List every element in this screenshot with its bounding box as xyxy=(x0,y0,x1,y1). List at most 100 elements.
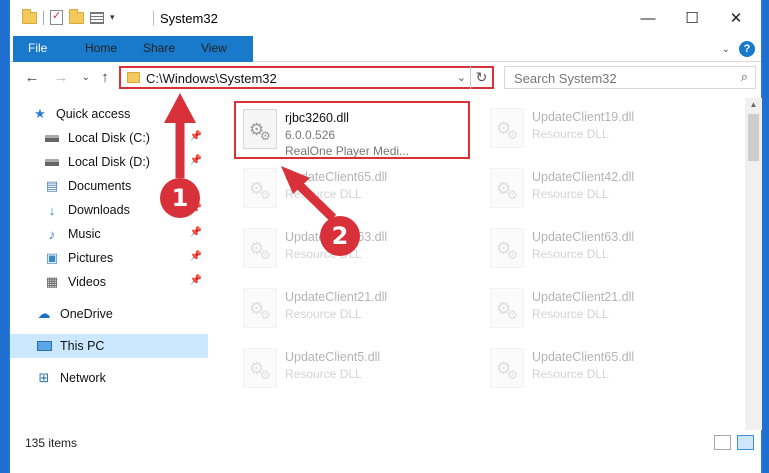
expand-ribbon-chevron-icon[interactable]: ⌄ xyxy=(722,44,730,55)
music-icon: ♪ xyxy=(48,226,56,242)
file-name: UpdateClient42.dll xyxy=(532,170,635,184)
dll-file-icon: ⚙ ⚙ xyxy=(490,168,524,208)
file-name: UpdateClient63.dll xyxy=(532,230,635,244)
sidebar-item-quick-access[interactable]: ★ Quick access xyxy=(10,102,208,126)
gear-icon: ⚙ xyxy=(260,308,271,322)
large-icons-view-icon[interactable] xyxy=(737,435,754,450)
sidebar-item-label: This PC xyxy=(60,339,105,353)
customize-toolbar-chevron-icon[interactable]: ▾ xyxy=(110,12,115,23)
quick-access-toolbar: ▾ xyxy=(22,8,115,25)
file-item[interactable]: ⚙ ⚙ UpdateClient21.dll Resource DLL xyxy=(484,282,724,338)
sidebar-item-videos[interactable]: ▦ Videos 📌 xyxy=(10,270,208,294)
address-dropdown-chevron-icon[interactable]: ⌄ xyxy=(457,71,466,84)
file-name: UpdateClient21.dll xyxy=(532,290,635,304)
tab-home[interactable]: Home xyxy=(72,36,130,61)
network-icon: ⊞ xyxy=(38,370,50,385)
tab-view[interactable]: View xyxy=(188,36,240,61)
maximize-button[interactable]: ☐ xyxy=(669,0,715,36)
sidebar-item-label: Videos xyxy=(68,275,106,289)
pin-icon: 📌 xyxy=(189,131,202,142)
up-arrow-icon[interactable]: ↑ xyxy=(95,68,115,88)
sidebar-item-label: Quick access xyxy=(56,107,131,121)
file-name: UpdateClient19.dll xyxy=(532,110,635,124)
toolbar-divider xyxy=(43,10,44,25)
file-name: UpdateClient21.dll xyxy=(285,290,388,304)
folder-icon xyxy=(127,72,140,83)
status-bar: 135 items xyxy=(10,432,761,454)
close-button[interactable]: ✕ xyxy=(713,0,759,36)
sidebar-item-pictures[interactable]: ▣ Pictures 📌 xyxy=(10,246,208,270)
details-view-icon[interactable] xyxy=(714,435,731,450)
selection-highlight-box xyxy=(234,101,470,159)
star-icon: ★ xyxy=(34,106,46,121)
gear-icon: ⚙ xyxy=(260,248,271,262)
search-placeholder: Search System32 xyxy=(514,71,617,86)
tab-share[interactable]: Share xyxy=(130,36,188,61)
file-item[interactable]: ⚙ ⚙ UpdateClient21.dll Resource DLL xyxy=(237,282,477,338)
new-folder-icon[interactable] xyxy=(69,8,84,24)
sidebar-item-music[interactable]: ♪ Music 📌 xyxy=(10,222,208,246)
file-item[interactable]: ⚙ ⚙ UpdateClient5.dll Resource DLL xyxy=(237,342,477,398)
pictures-icon: ▣ xyxy=(45,250,59,265)
sidebar-item-label: Documents xyxy=(68,179,132,193)
file-item[interactable]: ⚙⚙ UpdateClient63.dll Resource DLL xyxy=(484,222,724,278)
search-input[interactable]: Search System32 ⌕ xyxy=(504,66,756,89)
file-type: Resource DLL xyxy=(532,247,609,261)
computer-icon xyxy=(36,338,52,354)
dll-file-icon: ⚙ ⚙ xyxy=(490,348,524,388)
drive-icon xyxy=(44,130,60,146)
scroll-up-arrow-icon[interactable]: ▲ xyxy=(745,100,762,109)
address-bar[interactable]: C:\Windows\System32 ⌄ ↻ xyxy=(119,66,494,89)
recent-locations-chevron-icon[interactable]: ⌄ xyxy=(76,68,96,88)
sidebar-item-this-pc[interactable]: This PC xyxy=(10,334,208,358)
scrollbar-thumb[interactable] xyxy=(748,114,759,161)
sidebar-item-local-disk-c[interactable]: Local Disk (C:) 📌 xyxy=(10,126,208,150)
file-type: Resource DLL xyxy=(532,307,609,321)
file-type: Resource DLL xyxy=(532,367,609,381)
title-bar: ▾ System32 — ☐ ✕ xyxy=(10,0,761,36)
navigation-pane: ★ Quick access Local Disk (C:) 📌 Local D… xyxy=(10,98,208,430)
sidebar-item-label: Local Disk (C:) xyxy=(68,131,150,145)
view-options-icon[interactable] xyxy=(90,11,104,24)
file-item[interactable]: ⚙ ⚙ UpdateClient42.dll Resource DLL xyxy=(484,162,724,218)
dll-file-icon: ⚙ ⚙ xyxy=(243,288,277,328)
forward-arrow-icon[interactable]: → xyxy=(51,68,71,88)
gear-icon: ⚙ xyxy=(507,188,518,202)
search-icon[interactable]: ⌕ xyxy=(741,69,748,85)
step-1-badge: 1 xyxy=(160,178,200,218)
file-item[interactable]: ⚙ ⚙ UpdateClient19.dll Resource DLL xyxy=(484,102,724,158)
dll-file-icon: ⚙ ⚙ xyxy=(243,228,277,268)
back-arrow-icon[interactable]: ← xyxy=(22,68,42,88)
sidebar-item-local-disk-d[interactable]: Local Disk (D:) 📌 xyxy=(10,150,208,174)
title-divider xyxy=(153,11,154,26)
file-item[interactable]: ⚙ ⚙ UpdateClient65.dll Resource DLL xyxy=(484,342,724,398)
download-icon: ↓ xyxy=(48,202,56,218)
file-type: Resource DLL xyxy=(285,307,362,321)
file-name: UpdateClient65.dll xyxy=(532,350,635,364)
file-item[interactable]: ⚙ ⚙ UpdateClient65.dll Resource DLL xyxy=(237,162,477,218)
ribbon-right-controls: ⌄ ? xyxy=(722,41,755,57)
refresh-icon[interactable]: ↻ xyxy=(470,66,492,89)
gear-icon: ⚙ xyxy=(260,368,271,382)
sidebar-item-network[interactable]: ⊞ Network xyxy=(10,366,208,390)
gear-icon: ⚙ xyxy=(507,128,518,142)
sidebar-item-label: OneDrive xyxy=(60,307,113,321)
gear-icon: ⚙ xyxy=(260,188,271,202)
step-2-badge: 2 xyxy=(320,216,360,256)
explorer-window: ▾ System32 — ☐ ✕ File Home Share View ⌄ … xyxy=(9,0,762,473)
sidebar-item-label: Local Disk (D:) xyxy=(68,155,150,169)
vertical-scrollbar[interactable]: ▲ xyxy=(745,98,762,430)
dll-file-icon: ⚙ ⚙ xyxy=(490,108,524,148)
file-type: Resource DLL xyxy=(532,127,609,141)
dll-file-icon: ⚙ ⚙ xyxy=(243,168,277,208)
dll-file-icon: ⚙ ⚙ xyxy=(490,228,524,268)
file-type: Resource DLL xyxy=(285,187,362,201)
address-path[interactable]: C:\Windows\System32 xyxy=(146,71,277,86)
sidebar-item-label: Music xyxy=(68,227,101,241)
help-icon[interactable]: ? xyxy=(739,41,755,57)
properties-icon[interactable] xyxy=(50,9,63,25)
minimize-button[interactable]: — xyxy=(625,0,671,36)
sidebar-item-onedrive[interactable]: ☁ OneDrive xyxy=(10,302,208,326)
file-list: ⚙ ⚙ rjbc3260.dll 6.0.0.526 RealOne Player… xyxy=(210,98,745,430)
gear-icon: ⚙ xyxy=(507,248,518,262)
